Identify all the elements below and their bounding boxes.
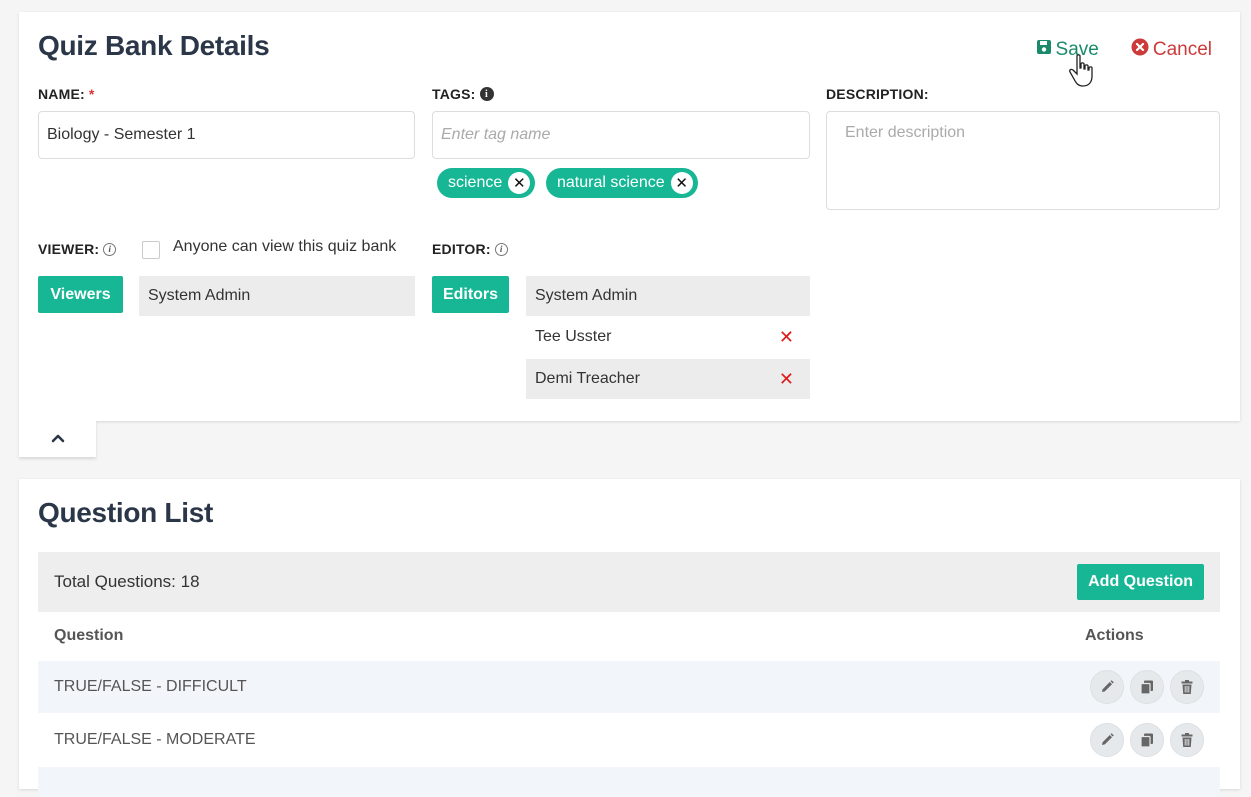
tag-chip-label: science [448,174,503,191]
collapse-details-button[interactable] [19,421,96,457]
description-field[interactable]: Enter description [826,111,1220,210]
delete-button[interactable] [1170,723,1204,757]
copy-icon [1140,680,1153,695]
delete-button[interactable] [1170,670,1204,704]
column-header-question: Question [54,627,124,644]
info-icon[interactable]: i [103,242,117,256]
row-actions [1090,670,1204,704]
name-field-value: Biology - Semester 1 [47,126,196,143]
copy-icon [1140,733,1153,748]
name-label: NAME: * [38,86,95,102]
question-text: TRUE/FALSE - DIFFICULT [54,678,247,695]
required-asterisk: * [88,86,95,102]
remove-tag-icon[interactable]: ✕ [670,172,693,194]
column-header-actions: Actions [1085,627,1144,644]
description-label: DESCRIPTION: [826,86,929,102]
anyone-view-checkbox[interactable] [142,241,160,259]
viewer-label: VIEWER: i [38,241,117,257]
question-text: TRUE/FALSE - MODERATE [54,731,256,748]
viewers-button[interactable]: Viewers [38,276,123,313]
add-question-button[interactable]: Add Question [1077,564,1204,600]
page-title: Quiz Bank Details [38,30,270,61]
tag-input[interactable]: Enter tag name [432,111,810,159]
duplicate-button[interactable] [1130,670,1164,704]
table-row: TRUE/FALSE - MODERATE [38,714,1220,766]
editor-row: System Admin [526,276,810,316]
quiz-bank-details-card: Quiz Bank Details Save Cancel NAME: * Bi… [19,12,1240,421]
name-field[interactable]: Biology - Semester 1 [38,111,415,159]
edit-button[interactable] [1090,723,1124,757]
times-circle-icon [1131,38,1149,62]
viewer-label-text: VIEWER: [38,241,100,257]
pencil-icon [1102,733,1114,745]
editor-label-text: EDITOR: [432,241,491,257]
remove-tag-icon[interactable]: ✕ [508,172,531,194]
editor-name: System Admin [535,287,638,304]
remove-editor-icon[interactable]: ✕ [779,327,794,348]
description-label-text: DESCRIPTION: [826,86,929,102]
editor-label: EDITOR: i [432,241,508,257]
tags-label: TAGS: i [432,86,494,102]
question-list-card: Question List Total Questions: 18 Add Qu… [19,479,1240,797]
editor-row: Demi Treacher ✕ [526,359,810,399]
remove-editor-icon[interactable]: ✕ [779,369,794,390]
cancel-button[interactable]: Cancel [1131,38,1212,62]
editors-button[interactable]: Editors [432,276,509,313]
tag-input-placeholder: Enter tag name [441,126,551,143]
tag-chip: natural science ✕ [546,168,698,198]
editor-name: Tee Usster [535,328,612,345]
chevron-up-icon [51,430,65,448]
pencil-icon [1102,680,1114,692]
duplicate-button[interactable] [1130,723,1164,757]
table-row [38,767,1220,797]
cancel-label: Cancel [1152,39,1212,60]
header-actions: Save Cancel [1036,38,1212,62]
viewer-row: System Admin [139,276,415,316]
section-title: Question List [38,497,213,528]
info-icon[interactable]: i [494,242,508,256]
editor-name: Demi Treacher [535,370,640,387]
trash-icon [1181,733,1193,747]
row-actions [1090,723,1204,757]
table-row: TRUE/FALSE - DIFFICULT [38,661,1220,713]
tags-label-text: TAGS: [432,86,476,102]
tag-chip-label: natural science [557,174,665,191]
editor-row: Tee Usster ✕ [526,317,810,357]
floppy-disk-icon [1036,39,1052,61]
description-placeholder: Enter description [845,124,966,141]
total-questions: Total Questions: 18 [54,572,200,591]
question-summary-bar: Total Questions: 18 Add Question [38,552,1220,612]
tag-chip: science ✕ [437,168,536,198]
name-label-text: NAME: [38,86,85,102]
hand-cursor-icon [1069,54,1095,93]
edit-button[interactable] [1090,670,1124,704]
anyone-view-label: Anyone can view this quiz bank [173,238,397,255]
info-icon[interactable]: i [479,87,494,101]
trash-icon [1181,680,1193,694]
viewer-name: System Admin [148,287,251,304]
